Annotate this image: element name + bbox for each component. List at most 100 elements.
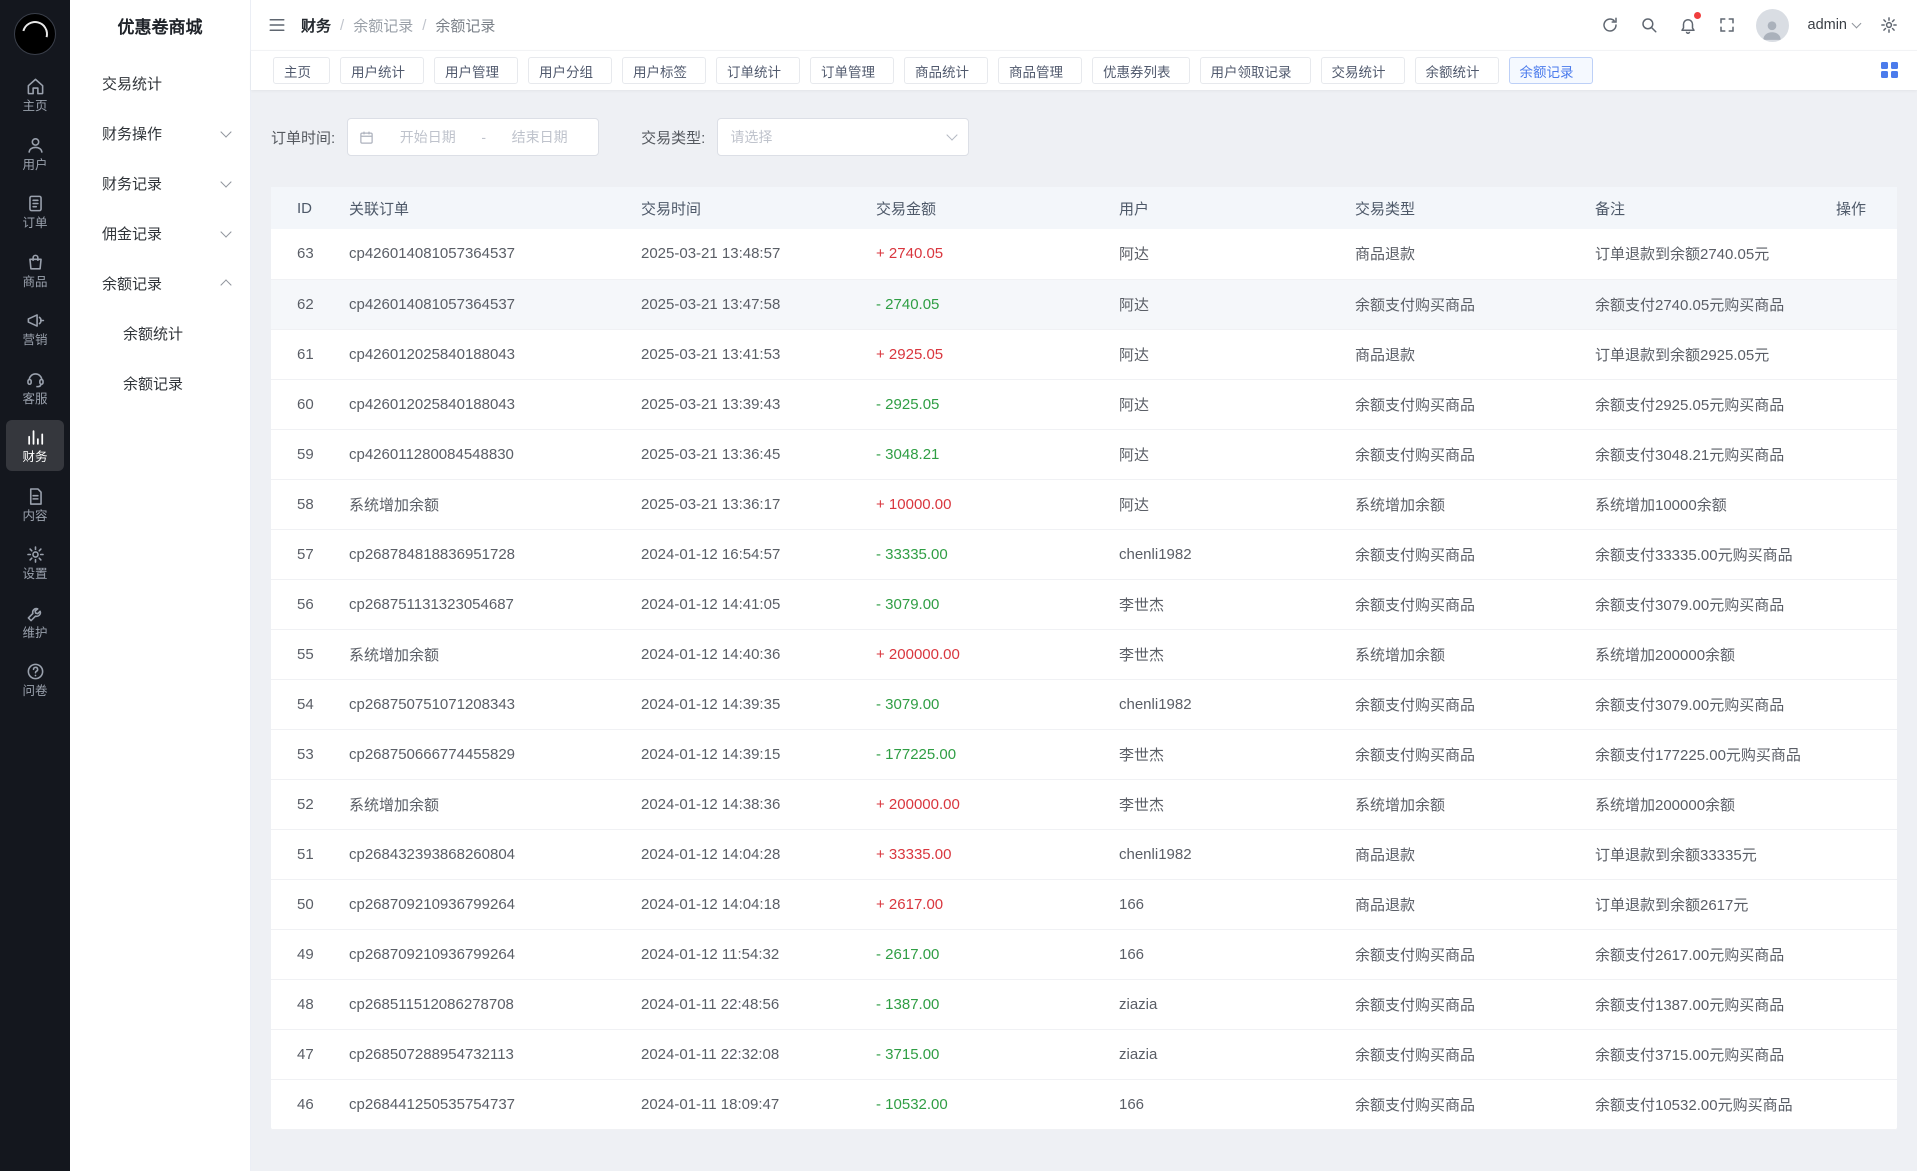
table-row[interactable]: 57 cp268784818836951728 2024-01-12 16:54… xyxy=(271,529,1897,579)
page-tab[interactable]: 余额统计 xyxy=(1415,57,1499,84)
cell-related-order: cp426012025840188043 xyxy=(335,379,627,429)
rail-nav-item[interactable]: 商品 xyxy=(6,245,64,296)
rail-nav-item[interactable]: 维护 xyxy=(6,596,64,647)
cell-remark: 余额支付33335.00元购买商品 xyxy=(1581,529,1822,579)
rail-nav-item[interactable]: 用户 xyxy=(6,128,64,179)
table-row[interactable]: 51 cp268432393868260804 2024-01-12 14:04… xyxy=(271,829,1897,879)
rail-nav-item[interactable]: 问卷 xyxy=(6,654,64,705)
notifications-bell-icon[interactable] xyxy=(1678,15,1698,35)
sidebar-menu-item[interactable]: 余额记录 xyxy=(70,358,250,408)
sidebar-menu-item[interactable]: 财务记录 xyxy=(70,158,250,208)
sidebar-menu-item[interactable]: 交易统计 xyxy=(70,58,250,108)
rail-nav-label: 维护 xyxy=(22,627,47,640)
table-row[interactable]: 53 cp268750666774455829 2024-01-12 14:39… xyxy=(271,729,1897,779)
sidebar-menu-item[interactable]: 余额统计 xyxy=(70,308,250,358)
rail-nav-label: 主页 xyxy=(22,100,47,113)
table-row[interactable]: 63 cp426014081057364537 2025-03-21 13:48… xyxy=(271,229,1897,279)
page-tab-label: 订单统计 xyxy=(727,61,781,81)
chevron-icon xyxy=(220,279,231,290)
page-tab-label: 用户统计 xyxy=(351,61,405,81)
cell-related-order: 系统增加余额 xyxy=(335,479,627,529)
rail-nav-item[interactable]: 营销 xyxy=(6,303,64,354)
page-tab[interactable]: 用户领取记录 xyxy=(1200,57,1311,84)
refresh-icon[interactable] xyxy=(1600,15,1620,35)
cell-id: 59 xyxy=(271,429,335,479)
cell-transaction-amount: - 3079.00 xyxy=(862,679,1105,729)
sidebar-menu-item[interactable]: 财务操作 xyxy=(70,108,250,158)
tab-grid-icon[interactable] xyxy=(1881,62,1899,80)
cell-user: 阿达 xyxy=(1105,279,1341,329)
breadcrumb-root[interactable]: 财务 xyxy=(301,15,331,36)
table-row[interactable]: 47 cp268507288954732113 2024-01-11 22:32… xyxy=(271,1029,1897,1079)
balance-records-table-card: ID 关联订单 交易时间 交易金额 用户 交易类型 xyxy=(271,187,1897,1130)
sidebar-collapse-icon[interactable] xyxy=(267,15,287,35)
page-tab[interactable]: 订单统计 xyxy=(716,57,800,84)
table-row[interactable]: 48 cp268511512086278708 2024-01-11 22:48… xyxy=(271,979,1897,1029)
cell-related-order: cp268784818836951728 xyxy=(335,529,627,579)
table-row[interactable]: 49 cp268709210936799264 2024-01-12 11:54… xyxy=(271,929,1897,979)
cell-id: 62 xyxy=(271,279,335,329)
cell-user: 阿达 xyxy=(1105,379,1341,429)
table-row[interactable]: 55 系统增加余额 2024-01-12 14:40:36 + 200000.0… xyxy=(271,629,1897,679)
cell-id: 47 xyxy=(271,1029,335,1079)
avatar[interactable] xyxy=(1756,9,1789,42)
rail-nav-item[interactable]: 财务 xyxy=(6,420,64,471)
table-row[interactable]: 62 cp426014081057364537 2025-03-21 13:47… xyxy=(271,279,1897,329)
cell-actions xyxy=(1822,479,1897,529)
rail-nav-item[interactable]: 内容 xyxy=(6,479,64,530)
table-row[interactable]: 46 cp268441250535754737 2024-01-11 18:09… xyxy=(271,1079,1897,1129)
cell-user: 166 xyxy=(1105,1079,1341,1129)
rail-nav-item[interactable]: 主页 xyxy=(6,69,64,120)
page-tab[interactable]: 用户管理 xyxy=(434,57,518,84)
rail-nav-item[interactable]: 订单 xyxy=(6,186,64,237)
rail-nav-item[interactable]: 客服 xyxy=(6,362,64,413)
search-icon[interactable] xyxy=(1639,15,1659,35)
cell-transaction-time: 2024-01-12 14:04:28 xyxy=(627,829,862,879)
cell-id: 53 xyxy=(271,729,335,779)
page-tab[interactable]: 优惠券列表 xyxy=(1092,57,1190,84)
cell-transaction-amount: + 2740.05 xyxy=(862,229,1105,279)
breadcrumb-mid[interactable]: 余额记录 xyxy=(353,15,413,36)
cell-remark: 订单退款到余额2925.05元 xyxy=(1581,329,1822,379)
cell-related-order: cp268750751071208343 xyxy=(335,679,627,729)
page-tab[interactable]: 商品统计 xyxy=(904,57,988,84)
cell-actions xyxy=(1822,879,1897,929)
rail-nav-item[interactable]: 设置 xyxy=(6,537,64,588)
date-start-placeholder[interactable]: 开始日期 xyxy=(380,127,475,147)
table-row[interactable]: 58 系统增加余额 2025-03-21 13:36:17 + 10000.00… xyxy=(271,479,1897,529)
transaction-type-select[interactable]: 请选择 xyxy=(717,118,969,156)
cell-actions xyxy=(1822,429,1897,479)
order-time-range-input[interactable]: 开始日期 - 结束日期 xyxy=(347,118,599,156)
table-row[interactable]: 59 cp426011280084548830 2025-03-21 13:36… xyxy=(271,429,1897,479)
cell-actions xyxy=(1822,329,1897,379)
fullscreen-icon[interactable] xyxy=(1717,15,1737,35)
user-menu[interactable]: admin xyxy=(1808,17,1861,33)
cell-user: ziazia xyxy=(1105,979,1341,1029)
rail-nav-label: 设置 xyxy=(22,568,47,581)
cell-remark: 余额支付2925.05元购买商品 xyxy=(1581,379,1822,429)
settings-gear-icon[interactable] xyxy=(1879,15,1899,35)
cell-actions xyxy=(1822,579,1897,629)
table-row[interactable]: 54 cp268750751071208343 2024-01-12 14:39… xyxy=(271,679,1897,729)
cell-remark: 系统增加10000余额 xyxy=(1581,479,1822,529)
table-row[interactable]: 50 cp268709210936799264 2024-01-12 14:04… xyxy=(271,879,1897,929)
table-row[interactable]: 52 系统增加余额 2024-01-12 14:38:36 + 200000.0… xyxy=(271,779,1897,829)
sidebar-menu-item[interactable]: 余额记录 xyxy=(70,258,250,308)
table-row[interactable]: 61 cp426012025840188043 2025-03-21 13:41… xyxy=(271,329,1897,379)
page-tab[interactable]: 用户标签 xyxy=(622,57,706,84)
page-tab[interactable]: 商品管理 xyxy=(998,57,1082,84)
brand-logo[interactable] xyxy=(14,13,56,55)
table-row[interactable]: 60 cp426012025840188043 2025-03-21 13:39… xyxy=(271,379,1897,429)
cell-actions xyxy=(1822,1029,1897,1079)
page-tab[interactable]: 订单管理 xyxy=(810,57,894,84)
table-column-header: 备注 xyxy=(1581,187,1822,229)
page-tab[interactable]: 主页 xyxy=(273,57,330,84)
page-tab[interactable]: 余额记录 xyxy=(1509,57,1593,84)
page-tab[interactable]: 交易统计 xyxy=(1321,57,1405,84)
table-row[interactable]: 56 cp268751131323054687 2024-01-12 14:41… xyxy=(271,579,1897,629)
sidebar-menu-item[interactable]: 佣金记录 xyxy=(70,208,250,258)
page-tab[interactable]: 用户分组 xyxy=(528,57,612,84)
date-end-placeholder[interactable]: 结束日期 xyxy=(492,127,587,147)
page-tab[interactable]: 用户统计 xyxy=(340,57,424,84)
brand-logo-container xyxy=(0,0,70,65)
